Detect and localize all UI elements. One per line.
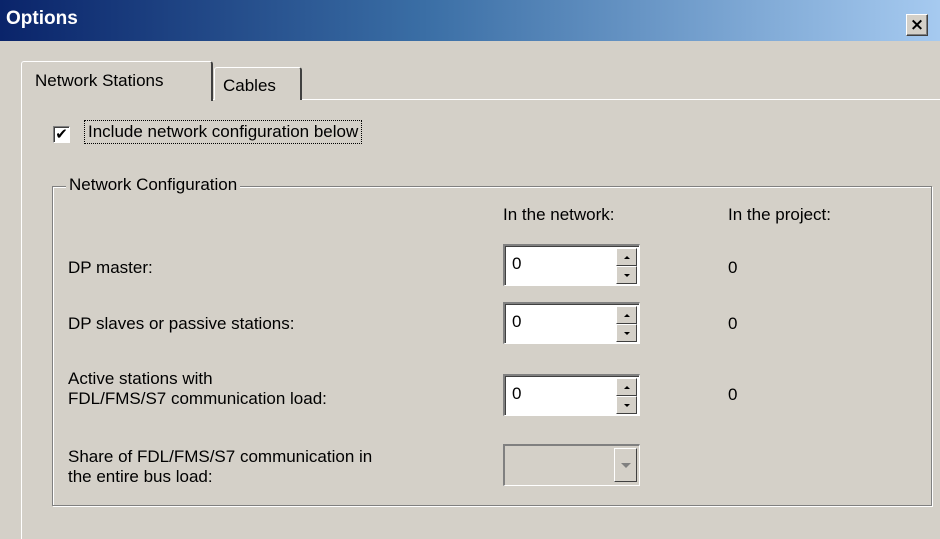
title-bar: Options ×: [0, 0, 940, 41]
group-title: Network Configuration: [66, 175, 241, 195]
dp-master-spinner[interactable]: 0: [503, 244, 640, 286]
close-icon: ×: [909, 14, 925, 35]
window-title: Options: [6, 8, 78, 29]
spin-down-button[interactable]: [616, 396, 637, 414]
share-label: Share of FDL/FMS/S7 communication in the…: [68, 447, 373, 486]
dp-slaves-network-value[interactable]: 0: [512, 312, 521, 332]
spin-down-button[interactable]: [616, 324, 637, 342]
share-dropdown-button: [614, 448, 637, 482]
column-header-project: In the project:: [728, 205, 832, 224]
dp-master-label: DP master:: [68, 258, 153, 277]
spin-down-icon: [623, 331, 630, 335]
dp-slaves-spinner[interactable]: 0: [503, 302, 640, 344]
spin-up-icon: [623, 255, 630, 259]
spin-up-button[interactable]: [616, 306, 637, 324]
active-stations-network-value[interactable]: 0: [512, 384, 521, 404]
dp-master-network-value[interactable]: 0: [512, 254, 521, 274]
close-button[interactable]: ×: [906, 14, 928, 36]
active-stations-project-value: 0: [728, 385, 738, 404]
tab-network-stations[interactable]: Network Stations: [21, 61, 213, 101]
include-network-label[interactable]: Include network configuration below: [83, 120, 363, 144]
dp-master-project-value: 0: [728, 258, 738, 277]
dp-slaves-label: DP slaves or passive stations:: [68, 314, 295, 333]
spin-down-icon: [623, 403, 630, 407]
dp-slaves-project-value: 0: [728, 314, 738, 333]
column-header-network: In the network:: [503, 205, 615, 224]
include-network-checkbox[interactable]: ✔: [53, 126, 70, 143]
spin-up-icon: [623, 385, 630, 389]
active-stations-spinner[interactable]: 0: [503, 374, 640, 416]
active-stations-label: Active stations with FDL/FMS/S7 communic…: [68, 369, 327, 408]
spin-down-button[interactable]: [616, 266, 637, 284]
share-dropdown: [503, 444, 640, 486]
chevron-down-icon: [620, 462, 631, 468]
tab-cables[interactable]: Cables: [214, 67, 302, 100]
checkmark-icon: ✔: [55, 125, 68, 143]
spin-up-button[interactable]: [616, 378, 637, 396]
spin-down-icon: [623, 273, 630, 277]
spin-up-button[interactable]: [616, 248, 637, 266]
spin-up-icon: [623, 313, 630, 317]
